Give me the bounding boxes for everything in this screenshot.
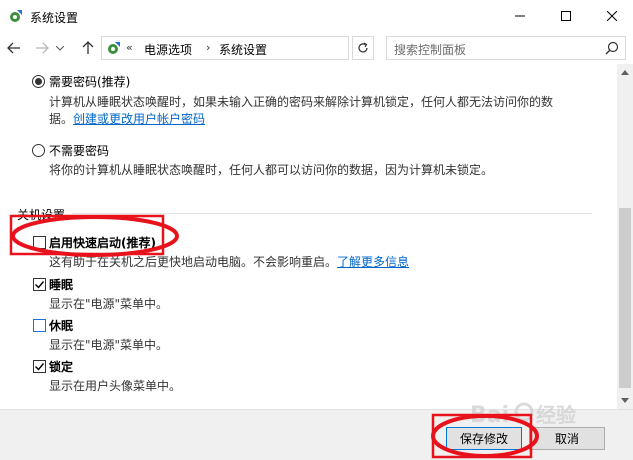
button-bar: 保存修改 取消: [0, 409, 633, 460]
up-button[interactable]: [80, 40, 96, 56]
require-password-description-cont: 据。: [49, 112, 74, 126]
sleep-checkbox[interactable]: [33, 278, 46, 291]
breadcrumb-separator[interactable]: ›: [206, 41, 210, 54]
save-changes-button[interactable]: 保存修改: [446, 427, 522, 450]
require-password-radio[interactable]: [32, 75, 45, 88]
maximize-icon: [561, 11, 571, 21]
minimize-button[interactable]: [497, 0, 543, 32]
minimize-icon: [515, 15, 525, 17]
chevron-down-icon: [621, 398, 629, 403]
checkmark-icon: [35, 363, 45, 371]
scroll-down-button[interactable]: [617, 392, 633, 409]
chevron-down-icon: [56, 45, 64, 51]
section-divider: [72, 213, 592, 214]
shutdown-settings-heading: 关机设置: [17, 208, 66, 222]
navigation-bar: « 电源选项 › 系统设置 搜索控制面板: [0, 32, 633, 64]
learn-more-link[interactable]: 了解更多信息: [337, 253, 409, 270]
control-panel-icon: [108, 42, 120, 54]
forward-button[interactable]: [34, 40, 50, 56]
breadcrumb-system-settings[interactable]: 系统设置: [219, 41, 267, 58]
hibernate-description: 显示在"电源"菜单中。: [49, 338, 169, 352]
close-icon: [607, 11, 617, 21]
search-box[interactable]: 搜索控制面板: [386, 36, 626, 60]
maximize-button[interactable]: [543, 0, 589, 32]
search-icon[interactable]: [605, 41, 619, 55]
breadcrumb-power-options[interactable]: 电源选项: [144, 41, 192, 58]
address-bar[interactable]: « 电源选项 › 系统设置: [101, 36, 349, 60]
refresh-button[interactable]: [352, 36, 374, 60]
no-password-label[interactable]: 不需要密码: [49, 142, 109, 159]
sleep-description: 显示在"电源"菜单中。: [49, 297, 169, 311]
sleep-label[interactable]: 睡眠: [49, 276, 73, 293]
refresh-icon: [358, 42, 368, 53]
no-password-radio[interactable]: [32, 144, 45, 157]
no-password-description: 将你的计算机从睡眠状态唤醒时，任何人都可以访问你的数据，因为计算机未锁定。: [49, 163, 494, 177]
settings-content: 需要密码(推荐) 计算机从睡眠状态唤醒时，如果未输入正确的密码来解除计算机锁定，…: [0, 64, 617, 409]
require-password-label[interactable]: 需要密码(推荐): [49, 73, 130, 90]
vertical-scrollbar[interactable]: [617, 64, 633, 409]
hibernate-label[interactable]: 休眠: [49, 317, 73, 334]
system-settings-icon: [10, 10, 22, 22]
title-bar: 系统设置: [0, 0, 633, 32]
recent-locations-button[interactable]: [55, 40, 65, 56]
require-password-description: 计算机从睡眠状态唤醒时，如果未输入正确的密码来解除计算机锁定，任何人都无法访问你…: [49, 95, 554, 109]
lock-label[interactable]: 锁定: [49, 358, 73, 375]
hibernate-checkbox[interactable]: [33, 319, 46, 332]
arrow-up-icon: [82, 41, 94, 54]
create-password-link[interactable]: 创建或更改用户帐户密码: [73, 110, 205, 127]
fast-startup-checkbox[interactable]: [33, 236, 46, 249]
fast-startup-description: 这有助于在关机之后更快地启动电脑。不会影响重启。: [49, 255, 338, 269]
cancel-button[interactable]: 取消: [529, 427, 605, 450]
scroll-thumb[interactable]: [619, 208, 631, 388]
breadcrumb-overflow[interactable]: «: [126, 41, 133, 54]
arrow-right-icon: [36, 42, 49, 54]
lock-description: 显示在用户头像菜单中。: [49, 379, 182, 393]
lock-checkbox[interactable]: [33, 360, 46, 373]
search-placeholder: 搜索控制面板: [394, 43, 467, 57]
chevron-up-icon: [621, 70, 629, 75]
window-title: 系统设置: [30, 11, 79, 25]
fast-startup-label[interactable]: 启用快速启动(推荐): [49, 234, 156, 251]
checkmark-icon: [35, 281, 45, 289]
close-button[interactable]: [589, 0, 633, 32]
back-button[interactable]: [6, 40, 22, 56]
arrow-left-icon: [7, 42, 20, 54]
scroll-up-button[interactable]: [617, 64, 633, 81]
